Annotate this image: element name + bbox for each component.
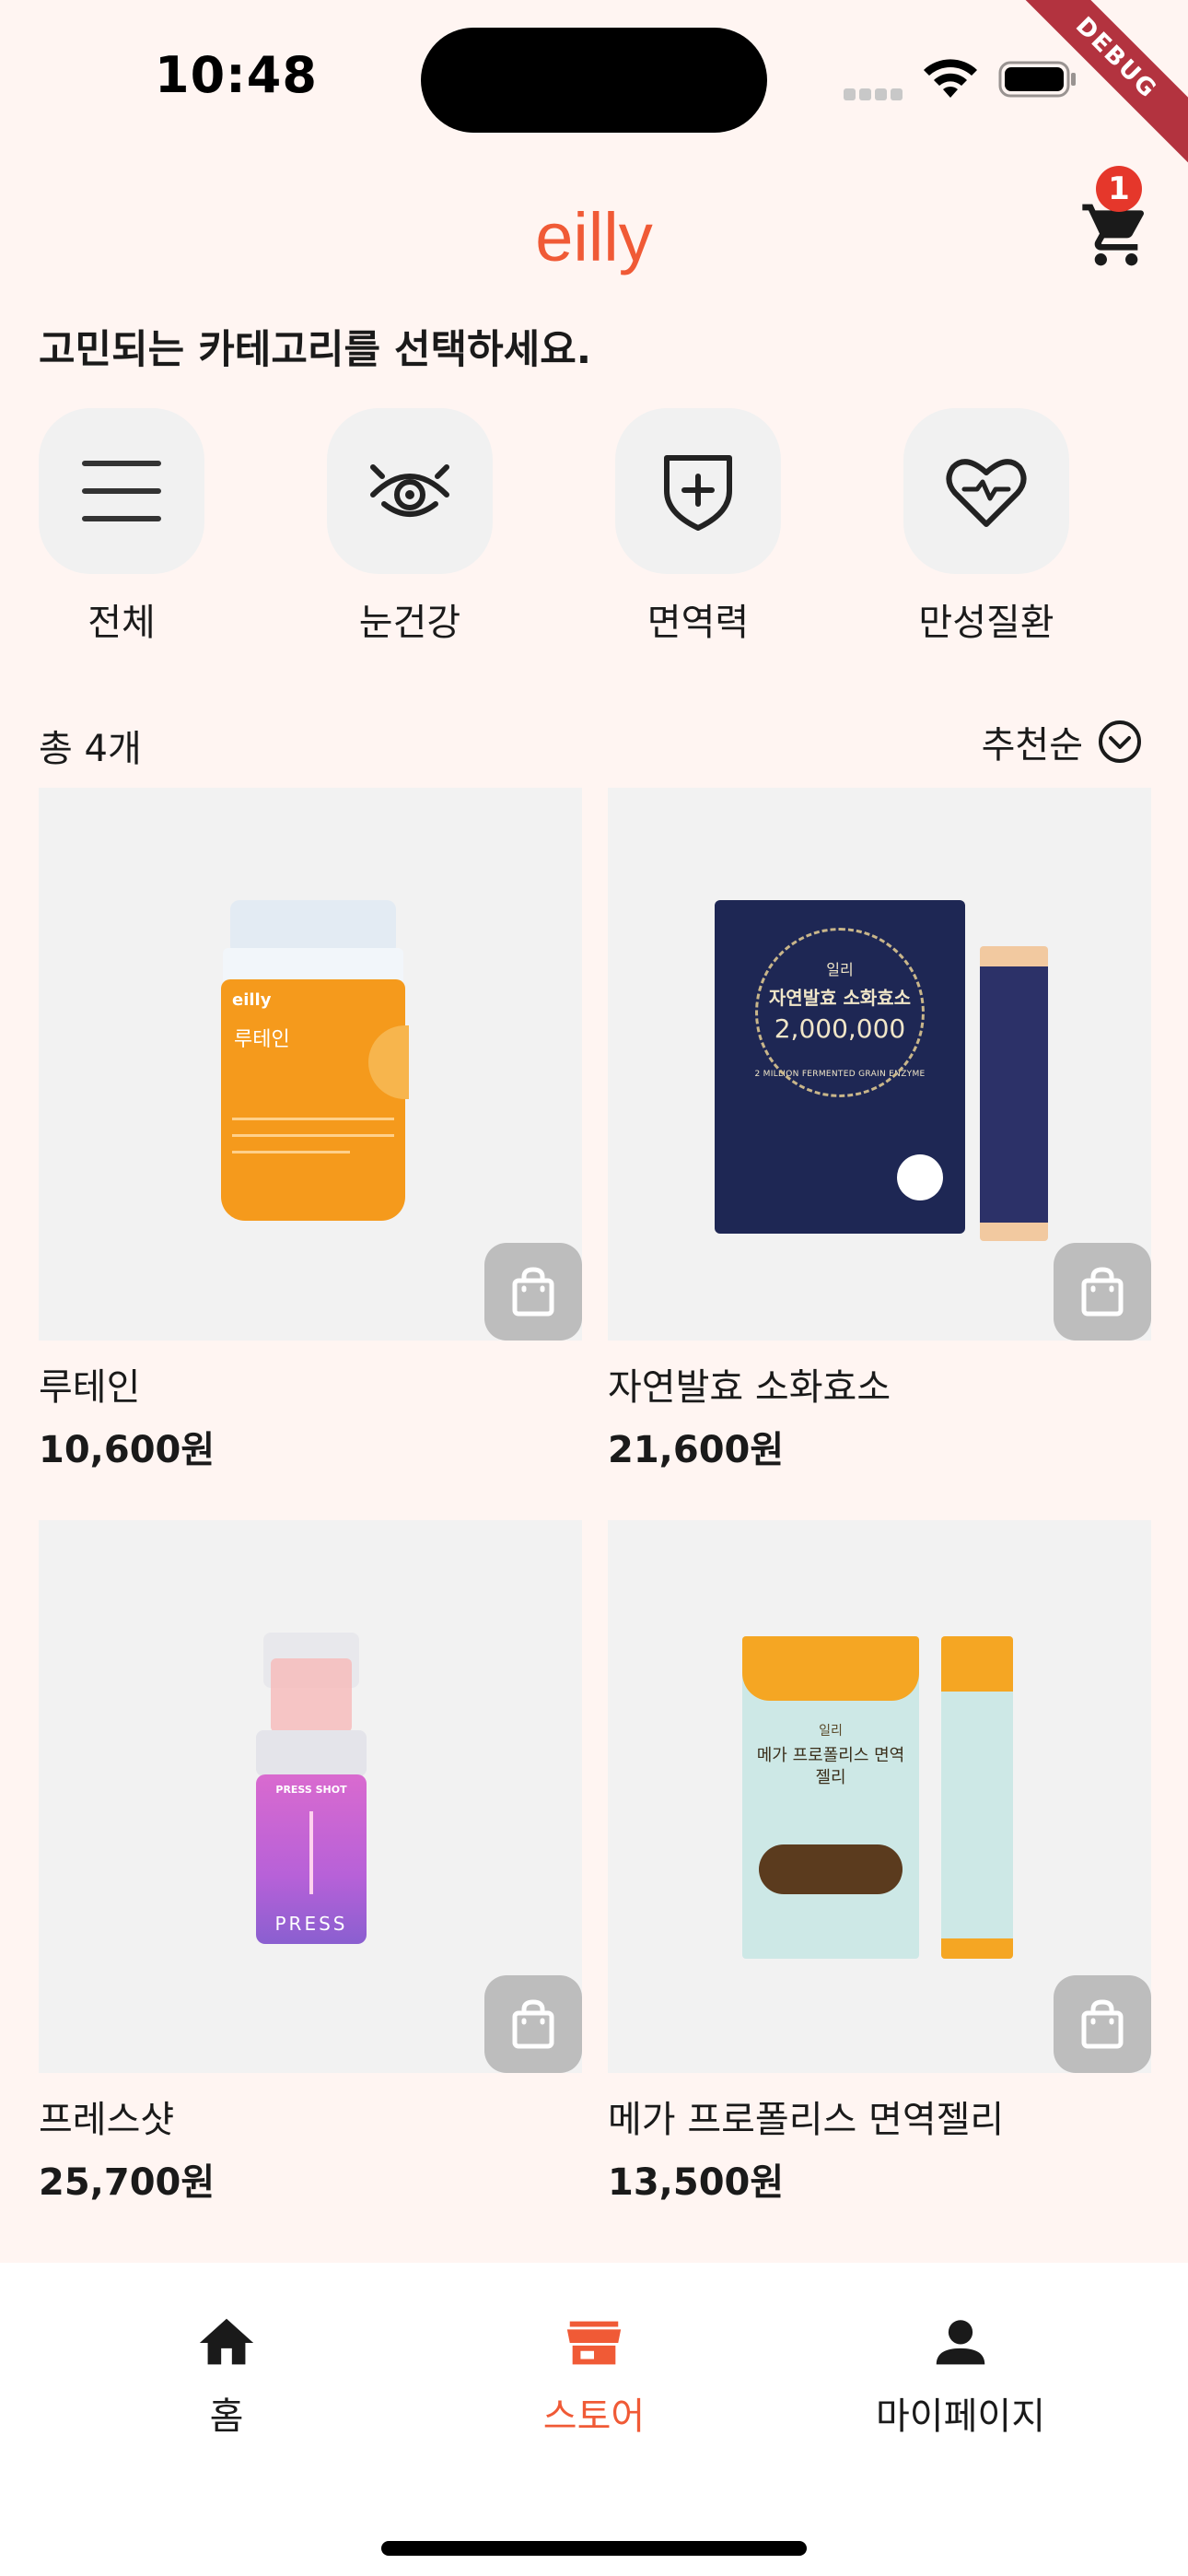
category-all[interactable]: 전체 [39, 408, 204, 646]
dynamic-island [421, 28, 767, 133]
bottle-label: eilly 루테인 [221, 979, 409, 1221]
product-card[interactable]: eilly 루테인 루테인 10,600원 [39, 788, 582, 1473]
chevron-down-circle-icon [1099, 720, 1141, 763]
product-image[interactable]: PRESS SHOT PRESS [39, 1520, 582, 2073]
category-label: 면역력 [646, 602, 750, 644]
battery-icon [998, 61, 1076, 98]
wifi-icon [924, 59, 977, 98]
store-screen: 10:48 DEBUG eilly 1 고민되는 카테고리를 선택하세요. 전체 [0, 0, 1188, 2576]
store-icon [566, 2321, 622, 2365]
shopping-bag-icon [1081, 1267, 1124, 1317]
person-icon [936, 2320, 985, 2365]
product-card[interactable]: 일리 메가 프로폴리스 면역젤리 메가 프로폴리스 면역젤리 13,500원 [608, 1520, 1151, 2206]
category-tile[interactable] [615, 408, 781, 574]
enzyme-box: 일리 자연발효 소화효소 2,000,000 2 MILLION FERMENT… [715, 900, 965, 1234]
menu-icon [82, 461, 161, 521]
bottle-cap [230, 900, 396, 955]
category-tile[interactable] [327, 408, 493, 574]
propolis-box: 일리 메가 프로폴리스 면역젤리 [742, 1636, 919, 1959]
bottom-navigation: 홈 스토어 마이페이지 [0, 2263, 1188, 2576]
shopping-bag-icon [512, 1267, 554, 1317]
category-prompt: 고민되는 카테고리를 선택하세요. [39, 327, 592, 373]
product-price: 10,600원 [39, 1429, 215, 1471]
status-time: 10:48 [155, 46, 318, 104]
product-image[interactable]: 일리 자연발효 소화효소 2,000,000 2 MILLION FERMENT… [608, 788, 1151, 1341]
package-name: PRESS SHOT [275, 1784, 347, 1796]
product-image[interactable]: eilly 루테인 [39, 788, 582, 1341]
category-label: 만성질환 [918, 602, 1054, 644]
nav-home-label: 홈 [209, 2395, 244, 2438]
bottle-dropper [271, 1658, 352, 1732]
product-name: 자연발효 소화효소 [608, 1366, 891, 1409]
product-name: 프레스샷 [39, 2099, 175, 2141]
product-image[interactable]: 일리 메가 프로폴리스 면역젤리 [608, 1520, 1151, 2073]
shopping-bag-icon [1081, 1999, 1124, 2049]
sort-dropdown[interactable]: 추천순 [982, 715, 1144, 768]
package-brand: 일리 [819, 1724, 843, 1739]
bottle-neck [256, 1730, 367, 1776]
cellular-signal-icon [844, 87, 908, 100]
product-count: 총 4개 [39, 728, 142, 770]
nav-mypage-label: 마이페이지 [876, 2395, 1045, 2438]
add-to-cart-button[interactable] [484, 1243, 582, 1341]
heart-pulse-icon [946, 459, 1027, 527]
shopping-bag-icon [512, 1999, 554, 2049]
status-bar: 10:48 DEBUG [0, 0, 1188, 172]
category-immunity[interactable]: 면역력 [615, 408, 781, 646]
app-title: eilly [535, 199, 653, 275]
propolis-stick [941, 1636, 1013, 1959]
cart-badge: 1 [1096, 166, 1142, 212]
category-label: 전체 [87, 602, 156, 644]
product-name: 메가 프로폴리스 면역젤리 [608, 2099, 1005, 2141]
add-to-cart-button[interactable] [484, 1975, 582, 2073]
category-tile[interactable] [39, 408, 204, 574]
product-card[interactable]: 일리 자연발효 소화효소 2,000,000 2 MILLION FERMENT… [608, 788, 1151, 1473]
home-icon [199, 2318, 254, 2365]
category-label: 눈건강 [358, 602, 461, 644]
sort-label: 추천순 [981, 724, 1083, 767]
product-card[interactable]: PRESS SHOT PRESS 프레스샷 25,700원 [39, 1520, 582, 2206]
nav-mypage[interactable]: 마이페이지 [822, 2311, 1099, 2440]
add-to-cart-button[interactable] [1054, 1975, 1151, 2073]
category-tile[interactable] [903, 408, 1069, 574]
home-indicator[interactable] [381, 2541, 807, 2556]
product-price: 25,700원 [39, 2161, 215, 2204]
category-chronic-disease[interactable]: 만성질환 [903, 408, 1069, 646]
package-name: 메가 프로폴리스 면역젤리 [756, 1746, 905, 1787]
product-name: 루테인 [39, 1366, 141, 1409]
package-brand: PRESS [274, 1913, 348, 1935]
add-to-cart-button[interactable] [1054, 1243, 1151, 1341]
press-bottle-label: PRESS SHOT PRESS [256, 1774, 367, 1944]
product-price: 13,500원 [608, 2161, 785, 2204]
nav-store[interactable]: 스토어 [456, 2311, 732, 2440]
eye-icon [370, 464, 449, 517]
nav-store-label: 스토어 [542, 2395, 646, 2438]
package-brand: eilly [232, 990, 272, 1010]
shield-plus-icon [664, 455, 732, 531]
category-eye-health[interactable]: 눈건강 [327, 408, 493, 646]
enzyme-stick [980, 946, 1048, 1241]
product-price: 21,600원 [608, 1429, 785, 1471]
nav-home[interactable]: 홈 [88, 2311, 365, 2440]
